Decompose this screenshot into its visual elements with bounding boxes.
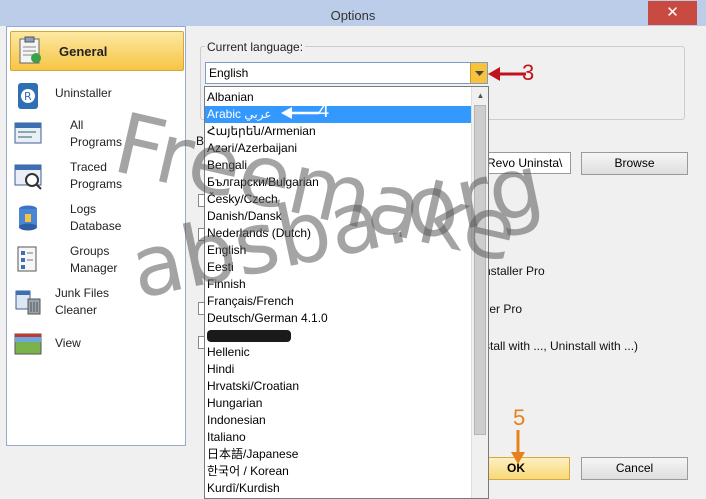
annotation-step-3: 3 [522, 60, 535, 85]
general-settings-icon [19, 36, 41, 64]
sidebar-item-label: View [55, 336, 81, 350]
sidebar-item-traced-programs[interactable]: Traced Programs [7, 159, 185, 199]
sidebar-item-label: Uninstaller [55, 86, 112, 100]
language-option[interactable]: Hrvatski/Croatian [205, 378, 471, 395]
language-option[interactable]: 日本語/Japanese [205, 446, 471, 463]
sidebar: General R Uninstaller All Programs Trace… [6, 26, 186, 446]
language-dropdown-list[interactable]: Albanian Arabic عربي Հայերեն/Armenian Azəri… [204, 86, 489, 499]
all-programs-icon [14, 122, 42, 144]
svg-text:R: R [24, 90, 32, 103]
install-path-field[interactable]: \Revo Uninsta [483, 152, 571, 174]
language-option[interactable]: Italiano [205, 429, 471, 446]
sidebar-item-groups-manager[interactable]: Groups Manager [7, 243, 185, 283]
install-path-value: \Revo Uninsta [487, 156, 563, 170]
language-option[interactable]: Eesti [205, 259, 471, 276]
sidebar-item-general[interactable]: General [10, 31, 184, 71]
window-title: Options [330, 8, 376, 23]
language-option[interactable]: Hellenic [205, 344, 471, 361]
view-icon [14, 333, 42, 355]
sidebar-item-label: Groups Manager [70, 244, 118, 275]
language-option[interactable]: Finnish [205, 276, 471, 293]
junk-files-icon [15, 290, 41, 315]
language-option[interactable]: Français/French [205, 293, 471, 310]
option-label: stall with ..., Uninstall with ...) [484, 339, 639, 353]
chevron-down-icon [475, 71, 484, 76]
language-option[interactable]: Albanian [205, 89, 471, 106]
option-label: ller Pro [484, 302, 523, 316]
annotation-arrow-down-icon [511, 430, 525, 464]
sidebar-item-all-programs[interactable]: All Programs [7, 117, 185, 157]
language-combobox[interactable]: English [205, 62, 488, 84]
groups-manager-icon [17, 246, 37, 272]
redaction-bar [207, 329, 291, 342]
logs-database-icon [19, 205, 37, 231]
language-option[interactable]: Česky/Czech [205, 191, 471, 208]
scroll-up-arrow-icon[interactable]: ▲ [472, 87, 488, 104]
language-option[interactable]: Danish/Dansk [205, 208, 471, 225]
language-group-label: Current language: [205, 40, 306, 54]
combo-dropdown-button[interactable] [470, 63, 487, 83]
language-option[interactable]: Arabic عربي [205, 106, 471, 123]
language-option[interactable]: 한국어 / Korean [205, 463, 471, 480]
language-option[interactable]: Deutsch/German 4.1.0 [205, 310, 471, 327]
language-option[interactable]: English [205, 242, 471, 259]
browse-button[interactable]: Browse [581, 152, 688, 175]
sidebar-item-label: Logs Database [70, 202, 122, 233]
sidebar-item-label: All Programs [70, 118, 123, 149]
language-option[interactable]: Hindi [205, 361, 471, 378]
dropdown-scrollbar[interactable]: ▲ [471, 87, 488, 498]
language-option[interactable]: Hungarian [205, 395, 471, 412]
sidebar-item-label: Traced Programs [70, 160, 123, 191]
scrollbar-thumb[interactable] [474, 105, 486, 435]
uninstaller-icon: R [18, 83, 38, 109]
language-option[interactable]: Azəri/Azerbaijani [205, 140, 471, 157]
sidebar-item-uninstaller[interactable]: R Uninstaller [7, 79, 185, 115]
annotation-arrow-left-icon [281, 107, 319, 119]
sidebar-item-label: General [59, 44, 108, 59]
language-option[interactable]: Kurdî/Kurdish [205, 480, 471, 497]
sidebar-item-logs-database[interactable]: Logs Database [7, 201, 185, 241]
language-option[interactable]: Bengali [205, 157, 471, 174]
traced-programs-icon [14, 164, 42, 190]
language-option[interactable]: Nederlands (Dutch) [205, 225, 471, 242]
cancel-button[interactable]: Cancel [581, 457, 688, 480]
language-option[interactable]: Indonesian [205, 412, 471, 429]
install-folder-label: B [196, 134, 205, 148]
language-option[interactable]: Հայերեն/Armenian [205, 123, 471, 140]
option-label: nstaller Pro [484, 264, 545, 278]
sidebar-item-junk-files-cleaner[interactable]: Junk Files Cleaner [7, 285, 185, 325]
language-option[interactable] [205, 327, 471, 344]
close-button[interactable]: ✕ [648, 1, 697, 25]
language-options: Albanian Arabic عربي Հայերեն/Armenian Azəri… [205, 89, 471, 497]
sidebar-item-view[interactable]: View [7, 327, 185, 363]
language-selected-value: English [209, 66, 249, 80]
annotation-step-4: 4 [318, 100, 330, 122]
language-option[interactable]: Български/Bulgarian [205, 174, 471, 191]
sidebar-item-label: Junk Files Cleaner [55, 286, 110, 317]
annotation-step-5: 5 [513, 405, 526, 430]
